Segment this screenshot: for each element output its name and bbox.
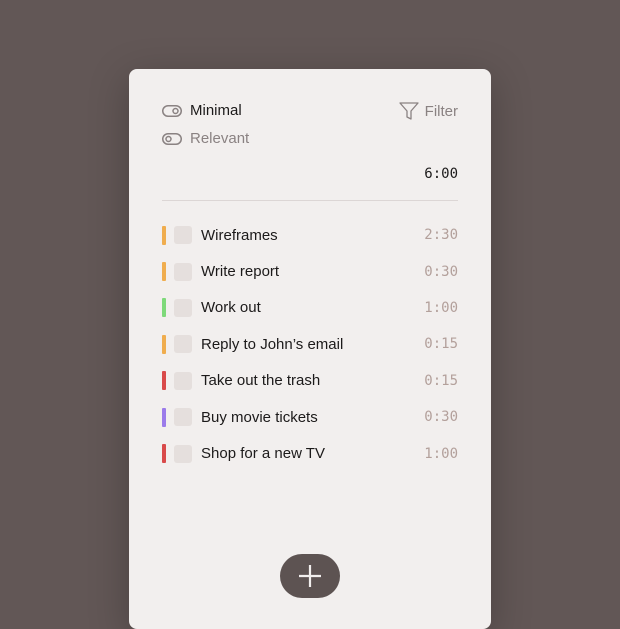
funnel-icon [399, 102, 419, 120]
task-row[interactable]: Wireframes 2:30 [162, 217, 458, 253]
add-task-button[interactable] [280, 554, 340, 598]
task-row[interactable]: Work out 1:00 [162, 290, 458, 326]
task-title: Wireframes [201, 226, 278, 244]
task-list: Wireframes 2:30 Write report 0:30 Work out 1:… [162, 217, 458, 472]
task-time: 0:15 [424, 336, 458, 353]
task-checkbox[interactable] [174, 444, 192, 463]
task-title: Write report [201, 263, 280, 281]
plus-icon [299, 565, 321, 587]
filter-button[interactable]: Filter [399, 102, 458, 120]
task-checkbox[interactable] [174, 335, 192, 354]
toggle-icon [162, 104, 182, 117]
task-checkbox[interactable] [174, 298, 192, 317]
toggle-relevant-label: Relevant [190, 130, 250, 147]
task-time: 0:30 [424, 409, 458, 426]
toggle-icon [162, 132, 182, 145]
priority-bar [162, 444, 166, 464]
task-checkbox[interactable] [174, 262, 192, 281]
toggle-relevant[interactable]: Relevant [162, 130, 249, 147]
total-time: 6:00 [424, 166, 458, 182]
task-title: Buy movie tickets [201, 408, 318, 426]
task-time: 2:30 [424, 227, 458, 244]
task-time: 0:30 [424, 263, 458, 280]
task-row[interactable]: Shop for a new TV 1:00 [162, 435, 458, 471]
task-time: 0:15 [424, 372, 458, 389]
task-card: Minimal Relevant Filter 6:00 Wireframes 2… [129, 69, 491, 629]
task-row[interactable]: Buy movie tickets 0:30 [162, 399, 458, 435]
task-time: 1:00 [424, 445, 458, 462]
divider [162, 200, 458, 201]
task-title: Take out the trash [201, 372, 321, 390]
filter-label: Filter [424, 102, 458, 120]
priority-bar [162, 298, 166, 318]
task-title: Reply to John’s email [201, 335, 344, 353]
toggle-minimal-label: Minimal [190, 102, 242, 119]
priority-bar [162, 225, 166, 245]
task-row[interactable]: Write report 0:30 [162, 253, 458, 289]
task-title: Work out [201, 299, 261, 317]
priority-bar [162, 371, 166, 391]
task-row[interactable]: Take out the trash 0:15 [162, 363, 458, 399]
task-time: 1:00 [424, 299, 458, 316]
toggle-minimal[interactable]: Minimal [162, 102, 242, 119]
priority-bar [162, 407, 166, 427]
task-checkbox[interactable] [174, 371, 192, 390]
priority-bar [162, 262, 166, 282]
task-title: Shop for a new TV [201, 445, 325, 463]
priority-bar [162, 334, 166, 354]
task-checkbox[interactable] [174, 408, 192, 427]
task-row[interactable]: Reply to John’s email 0:15 [162, 326, 458, 362]
task-checkbox[interactable] [174, 226, 192, 245]
